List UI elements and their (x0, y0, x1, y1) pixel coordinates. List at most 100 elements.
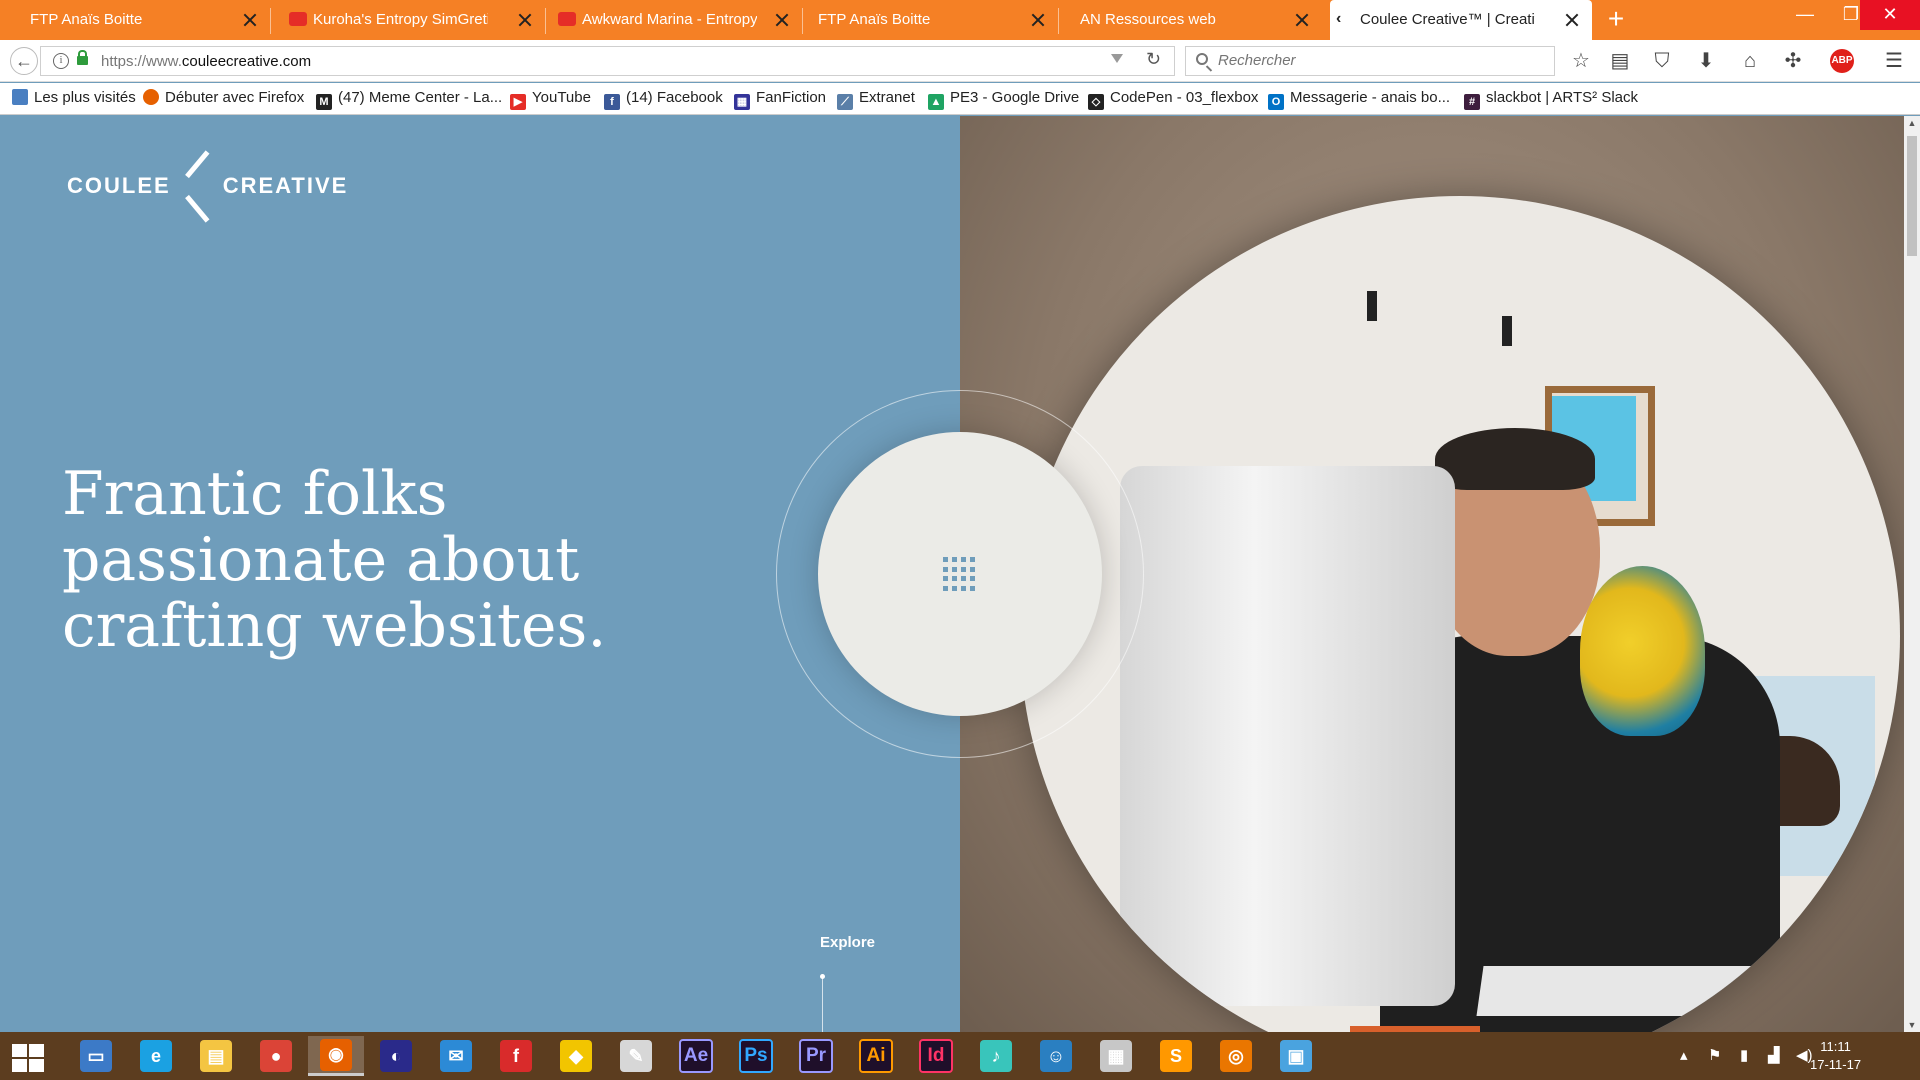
tab-kuroha[interactable]: Kuroha's Entropy SimGretina (283, 0, 545, 40)
internet-explorer-app[interactable]: e (128, 1036, 184, 1076)
file-explorer-app[interactable]: ▤ (188, 1036, 244, 1076)
network-flag-icon[interactable]: ⚑ (1708, 1046, 1721, 1064)
hero-headline: Frantic folks passionate about crafting … (62, 459, 607, 661)
extension-icon[interactable]: ✣ (1779, 47, 1807, 75)
file-explorer-icon: ▤ (200, 1040, 232, 1072)
bookmark-google-drive[interactable]: ▲ PE3 - Google Drive (928, 89, 1079, 110)
illustrator-icon: Ai (859, 1039, 893, 1073)
control-panel-app[interactable]: ▣ (1268, 1036, 1324, 1076)
bookmark-extranet[interactable]: ⟋ Extranet (837, 89, 915, 110)
youtube-icon (558, 12, 576, 26)
bookmark-label: Extranet (859, 89, 915, 106)
close-icon[interactable] (242, 12, 258, 28)
illustrator-app[interactable]: Ai (848, 1036, 904, 1076)
keyboard (1476, 966, 1754, 1016)
info-icon[interactable]: i (53, 53, 69, 69)
audacity-app[interactable]: ◐ (368, 1036, 424, 1076)
bookmark-youtube[interactable]: ▶ YouTube (510, 89, 591, 110)
photo-circle-vignette (1020, 196, 1900, 1032)
photoshop-app[interactable]: Ps (728, 1036, 784, 1076)
explore-link[interactable]: Explore (820, 934, 875, 951)
signal-icon[interactable]: ▟ (1768, 1046, 1780, 1064)
after-effects-app[interactable]: Ae (668, 1036, 724, 1076)
reload-icon[interactable]: ↻ (1146, 49, 1161, 70)
close-icon[interactable] (517, 12, 533, 28)
window-close-icon[interactable]: ✕ (1860, 0, 1920, 30)
bookmark-les-plus-visites[interactable]: Les plus visités (12, 89, 136, 106)
bookmark-meme-center[interactable]: M (47) Meme Center - La... (316, 89, 502, 110)
miku-icon: ♪ (980, 1040, 1012, 1072)
close-icon[interactable] (1030, 12, 1046, 28)
reading-list-icon[interactable]: ▤ (1606, 47, 1634, 75)
url-text[interactable]: https://www.couleecreative.com (101, 53, 311, 70)
search-input[interactable] (1218, 52, 1538, 69)
internet-explorer-icon: e (140, 1040, 172, 1072)
tab-coulee-creative[interactable]: ‹ Coulee Creative™ | Creative (1330, 0, 1592, 40)
close-icon[interactable] (1564, 12, 1580, 28)
page-scrollbar[interactable]: ▲ ▼ (1904, 116, 1920, 1032)
filezilla-app[interactable]: ✎ (608, 1036, 664, 1076)
coulee-icon: ‹ (1336, 10, 1342, 27)
new-tab-button[interactable]: + (1602, 5, 1630, 34)
cyberduck-app[interactable]: ◆ (548, 1036, 604, 1076)
menu-button[interactable] (818, 432, 1102, 716)
parrot (1580, 566, 1705, 736)
facebook-icon: f (604, 94, 620, 110)
history-dropdown-icon[interactable] (1111, 54, 1123, 63)
close-icon[interactable] (1294, 12, 1310, 28)
bookmark-codepen[interactable]: ◇ CodePen - 03_flexbox (1088, 89, 1258, 110)
scroll-up-icon[interactable]: ▲ (1906, 118, 1918, 128)
chrome-app[interactable]: ● (248, 1036, 304, 1076)
url-bar[interactable]: i https://www.couleecreative.com ↻ (40, 46, 1175, 76)
sublime-text-app[interactable]: S (1148, 1036, 1204, 1076)
indesign-icon: Id (919, 1039, 953, 1073)
windows-start-icon[interactable] (12, 1044, 44, 1072)
tab-ressources-web[interactable]: AN Ressources web (1050, 0, 1322, 40)
tab-title: FTP Anaïs Boitte (818, 11, 931, 28)
minimize-icon[interactable]: — (1782, 0, 1828, 30)
scroll-down-icon[interactable]: ▼ (1906, 1020, 1918, 1030)
firefox-app[interactable]: ◉ (308, 1036, 364, 1076)
coulee-creative-logo[interactable]: COULEE CREATIVE (67, 156, 348, 216)
clock-time: 11:11 (1820, 1039, 1851, 1054)
scroll-thumb[interactable] (1907, 136, 1917, 256)
hanging-bulb (1502, 316, 1512, 346)
bookmark-slack[interactable]: # slackbot | ARTS² Slack (1464, 89, 1638, 110)
tab-ftp-1[interactable]: FTP Anaïs Boitte (0, 0, 270, 40)
home-icon[interactable]: ⌂ (1736, 47, 1764, 75)
battery-icon[interactable]: ▮ (1740, 1046, 1748, 1064)
back-arrow-icon[interactable]: ← (10, 47, 38, 75)
bookmark-debuter-firefox[interactable]: Débuter avec Firefox (143, 89, 304, 106)
tray-expand-icon[interactable]: ▴ (1680, 1046, 1688, 1064)
bookmark-facebook[interactable]: f (14) Facebook (604, 89, 723, 110)
bookmark-messagerie[interactable]: O Messagerie - anais bo... (1268, 89, 1450, 110)
adblock-icon[interactable]: ABP (1830, 49, 1854, 73)
url-domain: couleecreative.com (181, 53, 312, 70)
tab-awkward-marina[interactable]: Awkward Marina - Entropy (552, 0, 802, 40)
tab-title: FTP Anaïs Boitte (30, 11, 143, 28)
bookmark-star-icon[interactable]: ☆ (1567, 47, 1595, 75)
premiere-app[interactable]: Pr (788, 1036, 844, 1076)
drive-icon: ▲ (928, 94, 944, 110)
cyberduck-icon: ◆ (560, 1040, 592, 1072)
pocket-icon[interactable]: ⛉ (1648, 47, 1676, 75)
folder-icon (12, 89, 28, 105)
menu-hamburger-icon[interactable]: ☰ (1880, 47, 1908, 75)
bookmark-fanfiction[interactable]: ▦ FanFiction (734, 89, 826, 110)
thunderbird-app[interactable]: ✉ (428, 1036, 484, 1076)
flash-app[interactable]: f (488, 1036, 544, 1076)
tab-ftp-2[interactable]: FTP Anaïs Boitte (788, 0, 1058, 40)
character-app[interactable]: ☺ (1028, 1036, 1084, 1076)
tab-title: Coulee Creative™ | Creative (1360, 11, 1535, 28)
indesign-app[interactable]: Id (908, 1036, 964, 1076)
bookmark-label: PE3 - Google Drive (950, 89, 1080, 106)
windows-explorer-app[interactable]: ▭ (68, 1036, 124, 1076)
bookmark-label: Les plus visités (34, 89, 136, 106)
search-bar[interactable] (1185, 46, 1555, 76)
blender-app[interactable]: ◎ (1208, 1036, 1264, 1076)
system-clock[interactable]: 11:11 17-11-17 (1810, 1038, 1861, 1074)
resource-monitor-app[interactable]: ▦ (1088, 1036, 1144, 1076)
tab-title: Kuroha's Entropy SimGretina (313, 11, 488, 28)
downloads-icon[interactable]: ⬇ (1692, 47, 1720, 75)
miku-app[interactable]: ♪ (968, 1036, 1024, 1076)
